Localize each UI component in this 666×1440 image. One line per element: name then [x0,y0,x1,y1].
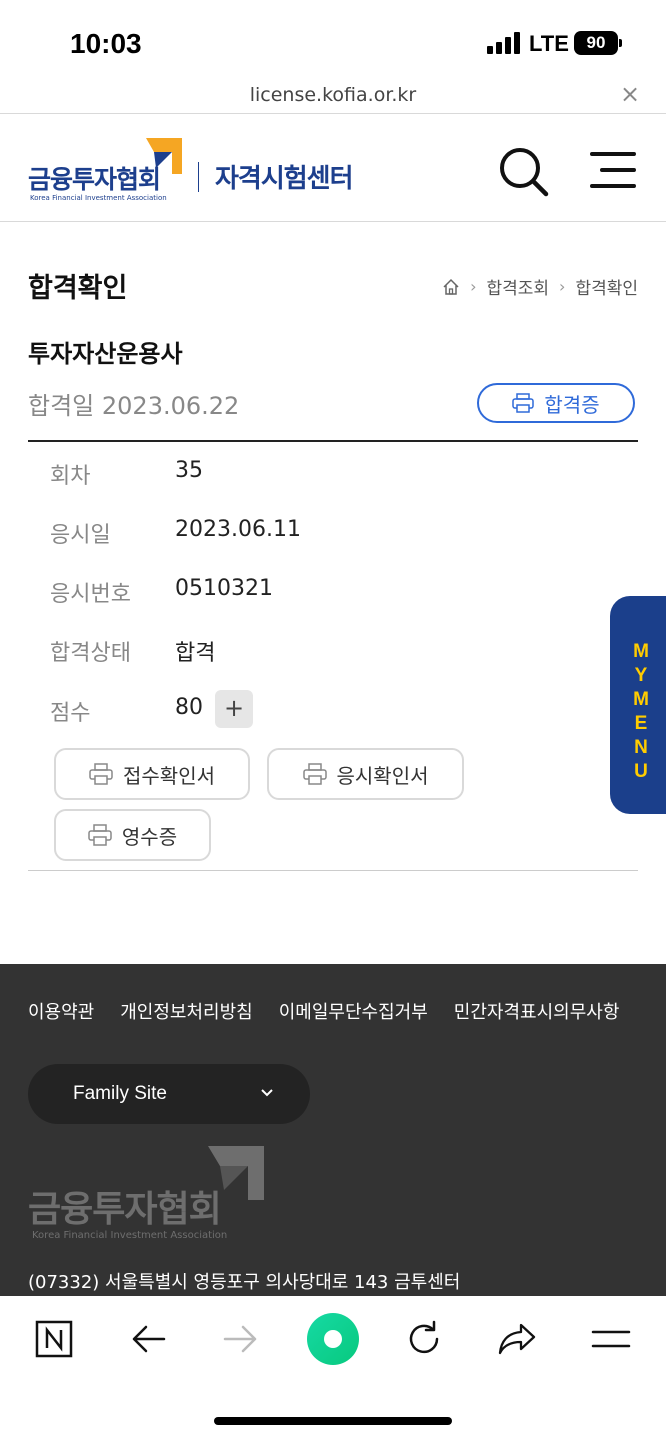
info-value: 35 [175,458,203,483]
footer-logo: 금융투자협회 Korea Financial Investment Associ… [28,1146,268,1246]
footer-link-privacy[interactable]: 개인정보처리방침 [120,998,252,1024]
green-dot-icon[interactable] [304,1310,362,1368]
home-icon[interactable] [442,278,460,296]
url-text[interactable]: license.kofia.or.kr [0,84,666,106]
info-label: 회차 [50,464,91,489]
logo-subtitle: Korea Financial Investment Association [30,194,167,202]
info-value: 2023.06.11 [175,517,301,542]
info-value: 0510321 [175,576,273,601]
hamburger-icon[interactable] [588,152,636,190]
info-label: 합격상태 [50,641,131,666]
printer-icon [89,763,113,785]
exam-confirmation-button[interactable]: 응시확인서 [267,748,464,800]
info-value: 합격 [175,641,216,666]
doc-button-label: 응시확인서 [336,763,429,788]
kofia-logo[interactable]: 금융투자협회 Korea Financial Investment Associ… [28,138,188,204]
section-divider [28,440,638,442]
breadcrumb: › 합격조회 › 합격확인 [442,274,638,299]
family-site-select[interactable]: Family Site [28,1064,310,1124]
info-label: 점수 [50,701,91,726]
close-icon[interactable]: × [620,80,640,108]
header-separator [198,162,199,192]
footer-address: (07332) 서울특별시 영등포구 의사당대로 143 금투센터 [28,1272,461,1293]
center-title[interactable]: 자격시험센터 [215,158,354,195]
home-indicator[interactable] [214,1417,452,1425]
chevron-right-icon: › [559,277,566,296]
footer-links: 이용약관 개인정보처리방침 이메일무단수집거부 민간자격표시의무사항 [28,998,619,1024]
back-arrow-icon[interactable] [123,1314,173,1364]
info-value: 80 [175,695,203,720]
my-menu-label: M Y M E N U [633,641,649,782]
status-time: 10:03 [70,28,142,59]
printer-icon [88,824,112,846]
site-header: 금융투자협회 Korea Financial Investment Associ… [0,114,666,222]
pass-date: 합격일 2023.06.22 [28,386,239,421]
url-bar[interactable]: license.kofia.or.kr × [0,80,666,114]
footer-logo-subtitle: Korea Financial Investment Association [32,1230,228,1241]
search-icon[interactable] [498,146,550,198]
certificate-button-label: 합격증 [544,392,600,417]
signal-icon [487,32,521,54]
printer-icon [302,763,327,785]
footer-link-terms[interactable]: 이용약관 [28,998,94,1024]
chevron-right-icon: › [470,277,477,296]
share-icon[interactable] [492,1314,542,1364]
reload-icon[interactable] [399,1314,449,1364]
exam-name: 투자자산운용사 [28,340,183,368]
footer-logo-text: 금융투자협회 [28,1189,222,1230]
info-label: 응시번호 [50,582,131,607]
family-site-label: Family Site [73,1083,167,1104]
battery-nub [619,39,622,47]
logo-text: 금융투자협회 [28,165,161,194]
doc-button-label: 접수확인서 [123,763,215,788]
page-title: 합격확인 [28,273,128,304]
naver-home-icon[interactable] [29,1314,79,1364]
receipt-button[interactable]: 영수증 [54,809,211,861]
breadcrumb-item-current: 합격확인 [575,279,638,299]
footer: 이용약관 개인정보처리방침 이메일무단수집거부 민간자격표시의무사항 Famil… [0,964,666,1296]
certificate-button[interactable]: 합격증 [477,383,635,423]
network-label: LTE [529,31,569,56]
printer-icon [512,393,535,413]
forward-arrow-icon[interactable] [216,1314,266,1364]
my-menu-tab[interactable]: M Y M E N U [610,596,666,814]
breadcrumb-item[interactable]: 합격조회 [486,274,549,299]
menu-icon[interactable] [586,1314,636,1364]
pass-date-value: 2023.06.22 [101,392,240,420]
doc-button-label: 영수증 [121,824,178,849]
pass-date-label: 합격일 [28,392,95,420]
chevron-down-icon [261,1089,273,1097]
status-bar: 10:03 LTE 90 [0,0,666,80]
battery-icon: 90 [574,31,618,55]
receipt-confirmation-button[interactable]: 접수확인서 [54,748,250,800]
score-expand-button[interactable]: + [215,690,253,728]
footer-link-private-cert[interactable]: 민간자격표시의무사항 [454,998,620,1024]
footer-link-email-refusal[interactable]: 이메일무단수집거부 [279,998,428,1024]
section-divider [28,870,638,871]
info-label: 응시일 [50,523,111,548]
